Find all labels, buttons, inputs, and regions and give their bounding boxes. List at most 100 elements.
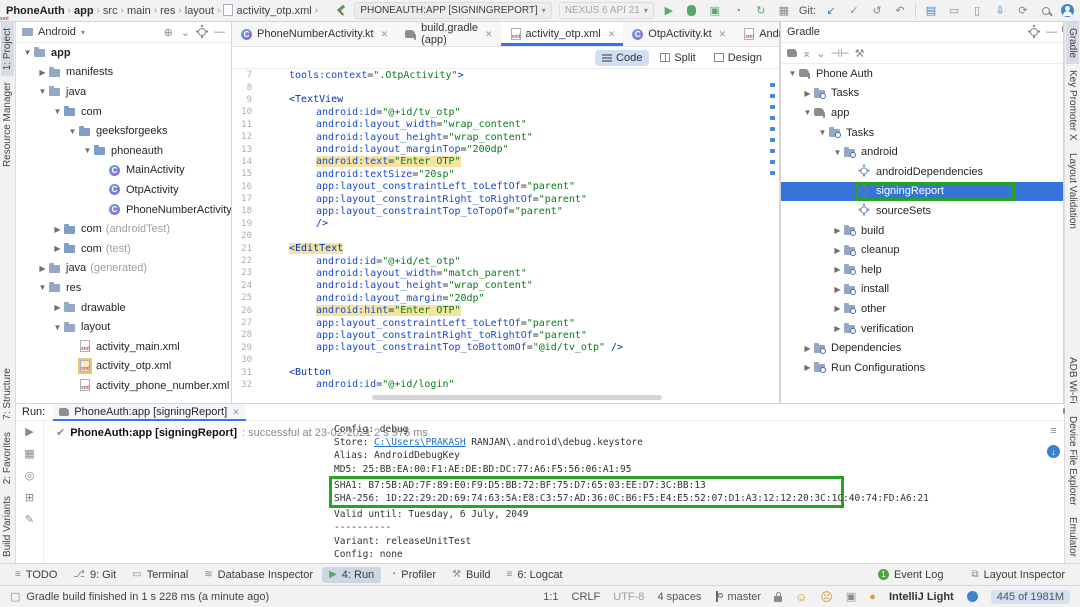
hide-panel-icon[interactable]: — — [214, 26, 225, 38]
editor-tab[interactable]: PhoneNumberActivity.kt✕ — [232, 22, 396, 46]
gradle-item-dependencies[interactable]: ▶Dependencies — [781, 338, 1063, 358]
gradle-item-install[interactable]: ▶install — [781, 280, 1063, 300]
tool-window-button-terminal[interactable]: ▭Terminal — [125, 567, 195, 583]
avd-manager-button[interactable]: ▯ — [969, 3, 985, 19]
device-manager-button[interactable]: ▤ — [923, 3, 939, 19]
project-item-com[interactable]: ▶com(test) — [16, 239, 231, 259]
tool-window-button-event-log[interactable]: 1Event Log — [871, 567, 951, 583]
lock-icon[interactable] — [774, 596, 782, 602]
tool-stripe-button[interactable]: Layout Validation — [1066, 147, 1079, 235]
apply-changes-button[interactable]: ↻ — [753, 3, 769, 19]
tool-window-button-layout-inspector[interactable]: ⧉Layout Inspector — [965, 567, 1072, 583]
breadcrumb-item[interactable]: app — [74, 5, 94, 17]
device-select[interactable]: NEXUS 6 API 21 ▾ — [559, 2, 654, 19]
git-history-button[interactable]: ↺ — [869, 3, 885, 19]
gradle-item-run-configurations[interactable]: ▶Run Configurations — [781, 358, 1063, 378]
tool-stripe-button[interactable]: 2: Favorites — [1, 426, 14, 490]
tool-window-button-4-run[interactable]: ▶4: Run — [322, 567, 381, 583]
project-item-otpactivity[interactable]: OtpActivity — [16, 180, 231, 200]
breadcrumb-item[interactable]: activity_otp.xml — [223, 4, 311, 17]
gradle-item-phone-auth[interactable]: ▼Phone Auth — [781, 64, 1063, 84]
project-item-mainactivity[interactable]: MainActivity — [16, 161, 231, 181]
editor-tab[interactable]: activity_otp.xml✕ — [501, 22, 624, 46]
project-item-app[interactable]: ▼app — [16, 43, 231, 63]
view-mode-split[interactable]: Split — [653, 50, 702, 66]
build-hammer-icon[interactable] — [335, 5, 347, 17]
tool-stripe-button[interactable]: Key Promoter X — [1066, 64, 1079, 147]
project-item-manifests[interactable]: ▶manifests — [16, 63, 231, 83]
project-view-selector[interactable]: Android — [38, 26, 76, 38]
git-rollback-button[interactable]: ↶ — [892, 3, 908, 19]
attach-debugger-button[interactable]: ▦ — [776, 3, 792, 19]
indent-setting[interactable]: 4 spaces — [657, 591, 701, 603]
debug-button[interactable] — [684, 3, 700, 19]
project-item-com[interactable]: ▼com — [16, 102, 231, 122]
tool-stripe-button[interactable]: 1: Project — [1, 22, 14, 76]
gradle-item-other[interactable]: ▶other — [781, 299, 1063, 319]
tool-stripe-button[interactable]: ADB Wi-Fi — [1066, 351, 1079, 410]
project-item-phonenumberactivity[interactable]: PhoneNumberActivity — [16, 200, 231, 220]
tool-window-button-database-inspector[interactable]: ≋Database Inspector — [197, 567, 320, 583]
gradle-item-help[interactable]: ▶help — [781, 260, 1063, 280]
show-passed-icon[interactable]: ▦ — [24, 447, 34, 460]
gear-icon[interactable] — [198, 28, 206, 36]
project-item-activity-phone-number-xml[interactable]: activity_phone_number.xml — [16, 376, 231, 396]
profiler-button[interactable]: ◔ — [730, 3, 746, 19]
console-settings-icon[interactable]: ≡ — [1050, 425, 1056, 437]
gradle-item-androiddependencies[interactable]: androidDependencies — [781, 162, 1063, 182]
pin-icon[interactable]: ✎ — [25, 513, 34, 526]
project-item-phoneauth[interactable]: ▼phoneauth — [16, 141, 231, 161]
project-item-com[interactable]: ▶com(androidTest) — [16, 219, 231, 239]
tool-stripe-button[interactable]: Emulator — [1066, 511, 1079, 563]
tool-stripe-button[interactable]: Resource Manager — [1, 76, 14, 173]
run-button[interactable]: ▶ — [661, 3, 677, 19]
memory-indicator[interactable]: 445 of 1981M — [991, 590, 1070, 604]
close-icon[interactable]: ✕ — [485, 29, 493, 40]
tool-window-button-build[interactable]: ⚒Build — [445, 567, 497, 583]
caret-position[interactable]: 1:1 — [543, 591, 558, 603]
breadcrumb-item[interactable]: main — [127, 5, 151, 17]
editor-tab[interactable]: build.gradle (app)✕ — [396, 22, 500, 46]
editor-tab[interactable]: OtpActivity.kt✕ — [623, 22, 734, 46]
wrench-icon[interactable]: ⚒ — [855, 47, 865, 60]
gradle-item-sourcesets[interactable]: sourceSets — [781, 201, 1063, 221]
terminal-toolbar-button[interactable]: ▭ — [946, 3, 962, 19]
collapse-all-icon[interactable]: ⌄ — [816, 47, 825, 60]
gradle-item-tasks[interactable]: ▼Tasks — [781, 123, 1063, 143]
project-item-res[interactable]: ▼res — [16, 278, 231, 298]
view-mode-code[interactable]: Code — [595, 50, 649, 66]
view-mode-design[interactable]: Design — [707, 50, 769, 66]
git-commit-button[interactable]: ✓ — [846, 3, 862, 19]
tool-stripe-button[interactable]: Device File Explorer — [1066, 410, 1079, 511]
sdk-manager-button[interactable]: ⇩ — [992, 3, 1008, 19]
keystore-path-link[interactable]: C:\Users\PRAKASH — [374, 437, 466, 448]
gear-icon[interactable] — [1030, 28, 1038, 36]
breadcrumb-item[interactable]: res — [160, 5, 175, 17]
tool-window-button-9-git[interactable]: ⎇9: Git — [66, 567, 123, 583]
gradle-item-app[interactable]: ▼app — [781, 103, 1063, 123]
run-console[interactable]: Config: debugStore: C:\Users\PRAKASH RAN… — [334, 423, 1034, 574]
gradle-item-android[interactable]: ▼android — [781, 142, 1063, 162]
project-item-java[interactable]: ▼java — [16, 82, 231, 102]
project-item-java[interactable]: ▶java(generated) — [16, 259, 231, 279]
git-update-button[interactable]: ↙ — [823, 3, 839, 19]
file-encoding[interactable]: UTF-8 — [613, 591, 644, 603]
toggle-offline-icon[interactable]: ⊣⊢ — [830, 47, 849, 60]
breadcrumb-item[interactable]: layout — [185, 5, 214, 17]
theme-name[interactable]: IntelliJ Light — [889, 591, 954, 603]
profile-avatar[interactable] — [1061, 4, 1074, 17]
coverage-button[interactable]: ▣ — [707, 3, 723, 19]
close-icon[interactable]: ✕ — [232, 407, 240, 418]
rerun-button[interactable]: ▶ — [25, 425, 33, 438]
gradle-item-build[interactable]: ▶build — [781, 221, 1063, 241]
editor-area[interactable]: PhoneNumberActivity.kt✕build.gradle (app… — [232, 22, 780, 403]
warning-dot-icon[interactable]: ● — [869, 591, 876, 603]
gradle-item-verification[interactable]: ▶verification — [781, 319, 1063, 339]
run-configuration-select[interactable]: PHONEAUTH:APP [SIGNINGREPORT] ▾ — [354, 2, 551, 19]
breadcrumb-item[interactable]: src — [103, 5, 118, 17]
gradle-refresh-icon[interactable] — [787, 49, 797, 57]
close-icon[interactable]: ✕ — [719, 29, 727, 40]
collapse-all-icon[interactable]: ⌄ — [181, 26, 190, 39]
breadcrumb[interactable]: PhoneAuth›app›src›main›res›layout› activ… — [6, 4, 318, 17]
tool-stripe-button[interactable]: 7: Structure — [1, 362, 14, 426]
